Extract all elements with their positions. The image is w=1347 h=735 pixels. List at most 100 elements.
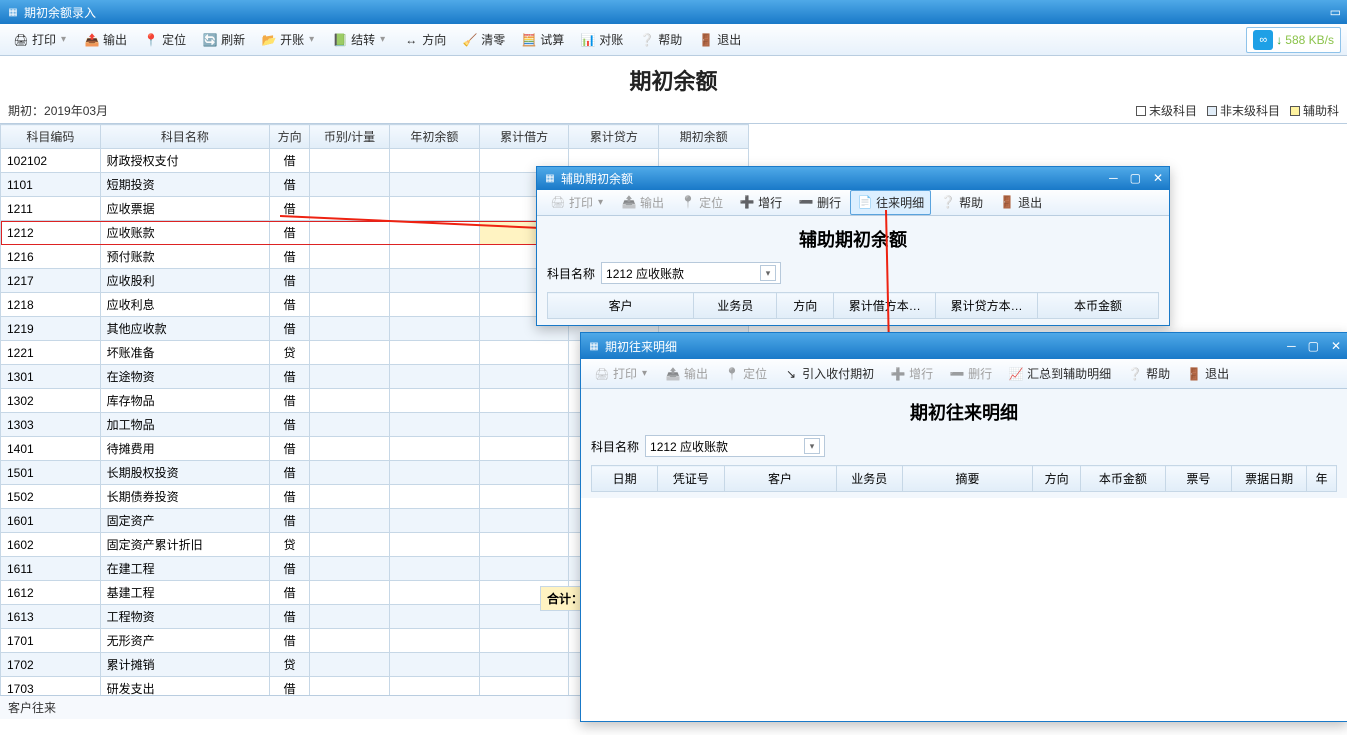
- 定位-button[interactable]: 📍定位: [673, 190, 730, 215]
- 输出-button[interactable]: 📤输出: [658, 361, 715, 386]
- page-title: 期初余额: [0, 56, 1347, 100]
- 帮助-button[interactable]: ❔帮助: [1120, 361, 1177, 386]
- 打印-icon: 🖨: [594, 366, 610, 382]
- 对账-icon: 📊: [580, 32, 596, 48]
- dialog2-big-title: 期初往来明细: [591, 395, 1337, 431]
- col-header[interactable]: 凭证号: [658, 466, 724, 492]
- 退出-button[interactable]: 🚪退出: [1179, 361, 1236, 386]
- 汇总到辅助明细-icon: 📈: [1008, 366, 1024, 382]
- aux-balance-dialog[interactable]: ▦ 辅助期初余额 ─ ▢ ✕ 🖨打印▾📤输出📍定位➕增行➖删行📄往来明细❔帮助🚪…: [536, 166, 1170, 326]
- 增行-button[interactable]: ➕增行: [883, 361, 940, 386]
- cloud-icon: ∞: [1253, 30, 1273, 50]
- col-header[interactable]: 客户: [548, 293, 694, 319]
- 输出-icon: 📤: [84, 32, 100, 48]
- dialog2-title: 期初往来明细: [605, 338, 677, 355]
- chevron-down-icon: ▾: [378, 34, 387, 45]
- 打印-button[interactable]: 🖨打印▾: [543, 190, 612, 215]
- col-header[interactable]: 业务员: [694, 293, 777, 319]
- 打印-button[interactable]: 🖨打印▾: [587, 361, 656, 386]
- col-header[interactable]: 方向: [270, 125, 310, 149]
- detail-dialog[interactable]: ▦ 期初往来明细 ─ ▢ ✕ 🖨打印▾📤输出📍定位↘引入收付期初➕增行➖删行📈汇…: [580, 332, 1347, 722]
- chevron-down-icon: ▾: [59, 34, 68, 45]
- col-header[interactable]: 方向: [1033, 466, 1081, 492]
- 删行-button[interactable]: ➖删行: [791, 190, 848, 215]
- 帮助-icon: ❔: [639, 32, 655, 48]
- legend-box: [1290, 106, 1300, 116]
- d2-subject-dropdown[interactable]: 1212 应收账款 ▾: [645, 435, 825, 457]
- d1-field-label: 科目名称: [547, 265, 595, 282]
- 打印-icon: 🖨: [550, 194, 566, 210]
- col-header[interactable]: 币别/计量: [310, 125, 390, 149]
- 刷新-button[interactable]: 🔄刷新: [195, 27, 252, 52]
- col-header[interactable]: 票据日期: [1231, 466, 1306, 492]
- col-header[interactable]: 业务员: [836, 466, 902, 492]
- col-header[interactable]: 科目编码: [1, 125, 101, 149]
- speed-text: 588 KB/s: [1285, 33, 1334, 47]
- dialog1-title: 辅助期初余额: [561, 170, 633, 187]
- 刷新-icon: 🔄: [202, 32, 218, 48]
- 帮助-button[interactable]: ❔帮助: [933, 190, 990, 215]
- col-header[interactable]: 年: [1307, 466, 1337, 492]
- 试算-button[interactable]: 🧮试算: [514, 27, 571, 52]
- 引入收付期初-button[interactable]: ↘引入收付期初: [776, 361, 881, 386]
- 退出-button[interactable]: 🚪退出: [992, 190, 1049, 215]
- legend-box: [1207, 106, 1217, 116]
- col-header[interactable]: 摘要: [902, 466, 1032, 492]
- col-header[interactable]: 累计贷方: [569, 125, 659, 149]
- dialog-icon: ▦: [587, 339, 601, 353]
- 定位-icon: 📍: [143, 32, 159, 48]
- 输出-button[interactable]: 📤输出: [614, 190, 671, 215]
- 方向-button[interactable]: ↔方向: [396, 27, 453, 52]
- col-header[interactable]: 客户: [724, 466, 836, 492]
- 退出-icon: 🚪: [1186, 366, 1202, 382]
- d1-subject-dropdown[interactable]: 1212 应收账款 ▾: [601, 262, 781, 284]
- col-header[interactable]: 期初余额: [659, 125, 749, 149]
- app-icon: ▦: [6, 5, 20, 19]
- maximize-icon[interactable]: ▢: [1308, 339, 1319, 353]
- d2-grid[interactable]: 日期凭证号客户业务员摘要方向本币金额票号票据日期年: [591, 465, 1337, 492]
- col-header[interactable]: 累计贷方本…: [936, 293, 1038, 319]
- 帮助-icon: ❔: [940, 194, 956, 210]
- close-icon[interactable]: ✕: [1331, 339, 1341, 353]
- col-header[interactable]: 本币金额: [1038, 293, 1159, 319]
- 删行-button[interactable]: ➖删行: [942, 361, 999, 386]
- 开账-icon: 📂: [261, 32, 277, 48]
- speed-indicator: ∞ ↓ 588 KB/s: [1246, 27, 1341, 53]
- col-header[interactable]: 累计借方本…: [834, 293, 936, 319]
- 打印-button[interactable]: 🖨打印▾: [6, 27, 75, 52]
- 输出-button[interactable]: 📤输出: [77, 27, 134, 52]
- 清零-button[interactable]: 🧹清零: [455, 27, 512, 52]
- 定位-button[interactable]: 📍定位: [717, 361, 774, 386]
- 结转-button[interactable]: 📗结转▾: [325, 27, 394, 52]
- 定位-button[interactable]: 📍定位: [136, 27, 193, 52]
- 对账-button[interactable]: 📊对账: [573, 27, 630, 52]
- d1-grid[interactable]: 客户业务员方向累计借方本…累计贷方本…本币金额: [547, 292, 1159, 319]
- minimize-icon[interactable]: ─: [1109, 171, 1118, 185]
- dialog-icon: ▦: [543, 171, 557, 185]
- 退出-button[interactable]: 🚪退出: [691, 27, 748, 52]
- 增行-button[interactable]: ➕增行: [732, 190, 789, 215]
- 开账-button[interactable]: 📂开账▾: [254, 27, 323, 52]
- 汇总到辅助明细-button[interactable]: 📈汇总到辅助明细: [1001, 361, 1118, 386]
- chevron-down-icon: ▾: [804, 438, 820, 454]
- 退出-icon: 🚪: [698, 32, 714, 48]
- col-header[interactable]: 科目名称: [100, 125, 269, 149]
- col-header[interactable]: 票号: [1165, 466, 1231, 492]
- minimize-icon[interactable]: ─: [1287, 339, 1296, 353]
- col-header[interactable]: 本币金额: [1081, 466, 1166, 492]
- col-header[interactable]: 日期: [592, 466, 658, 492]
- close-icon[interactable]: ✕: [1153, 171, 1163, 185]
- 增行-icon: ➕: [890, 366, 906, 382]
- chevron-down-icon: ▾: [596, 197, 605, 208]
- 输出-icon: 📤: [621, 194, 637, 210]
- 往来明细-button[interactable]: 📄往来明细: [850, 190, 931, 215]
- col-header[interactable]: 年初余额: [389, 125, 479, 149]
- restore-icon[interactable]: ▭: [1330, 5, 1341, 19]
- 打印-icon: 🖨: [13, 32, 29, 48]
- 帮助-button[interactable]: ❔帮助: [632, 27, 689, 52]
- col-header[interactable]: 方向: [777, 293, 834, 319]
- col-header[interactable]: 累计借方: [479, 125, 569, 149]
- 退出-icon: 🚪: [999, 194, 1015, 210]
- maximize-icon[interactable]: ▢: [1130, 171, 1141, 185]
- 输出-icon: 📤: [665, 366, 681, 382]
